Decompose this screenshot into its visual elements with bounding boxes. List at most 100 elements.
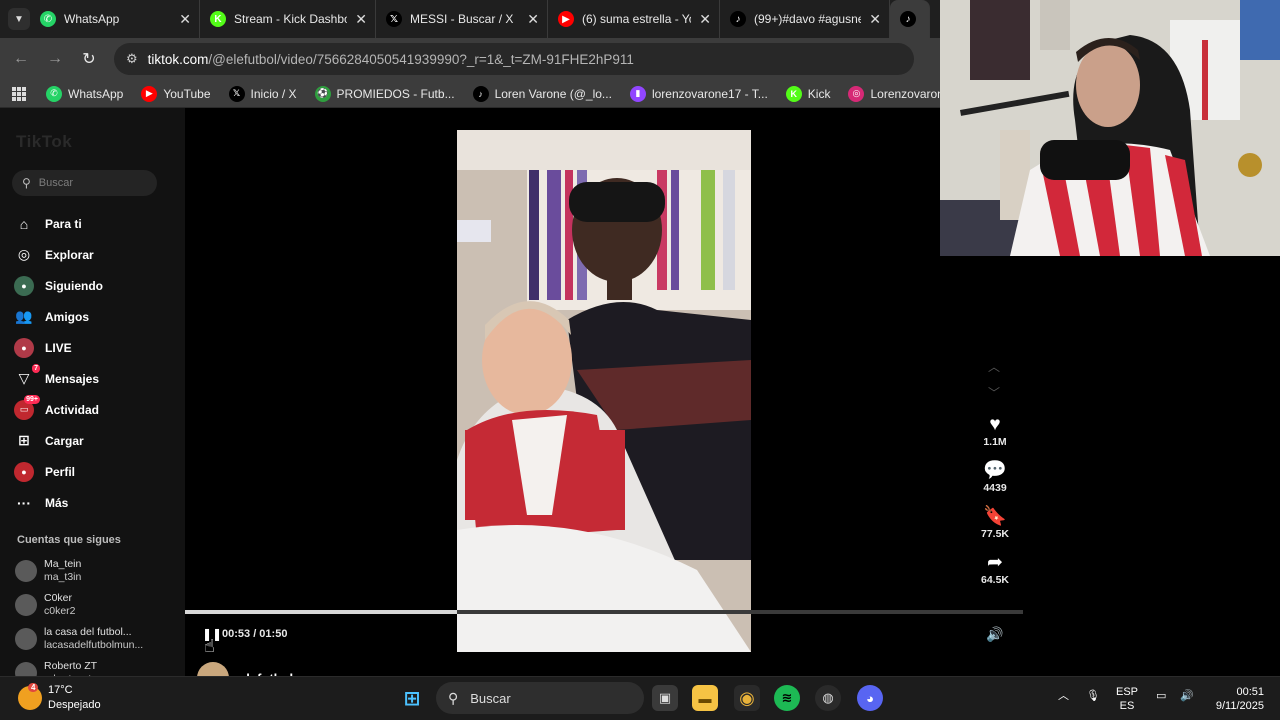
kick-icon: K xyxy=(785,85,802,102)
chrome-icon[interactable]: ◉ xyxy=(734,685,760,711)
bookmark-list: ✆ WhatsApp ▶ YouTube 𝕏 Inicio / X ⚽ PROMIEDOS -… xyxy=(46,85,1005,102)
sidebar-item-para-ti[interactable]: ⌂ Para ti xyxy=(14,208,103,239)
sidebar-item-label: Amigos xyxy=(45,309,90,324)
tiktok-icon: ♪ xyxy=(730,11,746,27)
weather-sun-icon: 4 xyxy=(18,683,42,710)
following-account[interactable]: la casa del futbol... lacasadelfutbolmun.… xyxy=(15,622,143,656)
share-icon: ➦ xyxy=(987,552,1003,573)
following-account[interactable]: C0ker c0ker2 xyxy=(15,588,143,622)
taskbar-search[interactable]: ⚲ Buscar xyxy=(436,682,644,714)
language-indicator[interactable]: ESP ES xyxy=(1116,685,1138,713)
bookmark-item[interactable]: 𝕏 Inicio / X xyxy=(228,85,297,102)
bookmark-item[interactable]: ▮ lorenzovarone17 - T... xyxy=(629,85,768,102)
previous-video-icon[interactable]: ︿ xyxy=(988,358,1000,375)
sidebar-item-mensajes[interactable]: ▽ 7 Mensajes xyxy=(14,363,103,394)
browser-tab[interactable]: ✆ WhatsApp ✕ xyxy=(30,0,200,38)
notification-badge: 7 xyxy=(32,363,40,373)
upload-icon: ⊞ xyxy=(18,432,30,448)
heart-button[interactable]: ♥ 1.1M xyxy=(975,414,1015,448)
bookmark-label: Loren Varone (@_lo... xyxy=(494,86,612,101)
sidebar-item-siguiendo[interactable]: ● Siguiendo xyxy=(14,270,103,301)
network-icon[interactable]: ▭ xyxy=(1156,689,1166,703)
video-frame-image xyxy=(457,130,751,652)
browser-tab[interactable]: 𝕏 MESSI - Buscar / X ✕ xyxy=(376,0,548,38)
sidebar-item-actividad[interactable]: ▭ 99+ Actividad xyxy=(14,394,103,425)
task-view-icon[interactable]: ▣ xyxy=(652,685,678,711)
file-explorer-icon[interactable]: ▬ xyxy=(692,685,718,711)
following-avatar-icon: ● xyxy=(14,275,34,296)
avatar xyxy=(15,560,37,582)
mouse-cursor-icon: ☝ xyxy=(204,636,215,656)
webcam-image xyxy=(940,0,1280,256)
bookmark-item[interactable]: ✆ WhatsApp xyxy=(46,85,123,102)
taskbar: 4 17°C Despejado ⊞ ⚲ Buscar ▣ ▬ ◉ ≋ ◍ ◕ … xyxy=(0,676,1280,720)
close-tab-icon[interactable]: ✕ xyxy=(699,11,711,28)
windows-start-icon[interactable]: ⊞ xyxy=(399,685,425,711)
volume-icon[interactable]: 🔊 xyxy=(986,626,1003,643)
sidebar-item-live[interactable]: ● LIVE xyxy=(14,332,103,363)
sidebar-item-label: Explorar xyxy=(45,247,94,262)
browser-tab[interactable]: K Stream - Kick Dashbo ✕ xyxy=(200,0,376,38)
notification-badge: 99+ xyxy=(24,394,40,404)
bookmark-item[interactable]: ▶ YouTube xyxy=(141,85,211,102)
site-settings-icon[interactable]: ⚙ xyxy=(126,51,138,67)
action-count: 1.1M xyxy=(983,436,1007,448)
taskbar-search-placeholder: Buscar xyxy=(470,690,511,706)
next-video-icon[interactable]: ﹀ xyxy=(988,384,1000,401)
address-bar[interactable]: ⚙ tiktok.com/@elefutbol/video/7566284050… xyxy=(114,43,914,75)
weather-temp: 17°C xyxy=(48,684,73,696)
sidebar-item-label: Más xyxy=(45,495,69,510)
back-button[interactable]: ← xyxy=(4,50,38,68)
close-tab-icon[interactable]: ✕ xyxy=(179,11,191,28)
video-time: 00:53 / 01:50 xyxy=(222,628,288,640)
account-name: Ma_tein xyxy=(44,558,82,570)
share-button[interactable]: ➦ 64.5K xyxy=(975,552,1015,586)
tray-overflow-icon[interactable]: ︿ xyxy=(1058,689,1069,703)
reload-button[interactable]: ↻ xyxy=(72,49,106,69)
close-tab-icon[interactable]: ✕ xyxy=(527,11,539,28)
bookmark-item[interactable]: ♪ Loren Varone (@_lo... xyxy=(472,85,612,102)
bookmark-label: PROMIEDOS - Futb... xyxy=(336,86,455,101)
system-clock[interactable]: 00:51 9/11/2025 xyxy=(1198,685,1264,713)
sidebar-item-m-s[interactable]: ··· Más xyxy=(14,487,103,518)
bookmark-label: Kick xyxy=(807,86,831,101)
following-account[interactable]: Ma_tein ma_t3in xyxy=(15,554,143,588)
video-player[interactable] xyxy=(457,130,751,652)
tab-title: WhatsApp xyxy=(64,12,120,26)
browser-tab[interactable]: ▶ (6) suma estrella - Yo ✕ xyxy=(548,0,720,38)
forward-button[interactable]: → xyxy=(38,50,72,68)
tiktok-logo[interactable]: TikTok xyxy=(16,132,72,152)
bookmark-item[interactable]: ⚽ PROMIEDOS - Futb... xyxy=(314,85,455,102)
speaker-icon[interactable]: 🔊 xyxy=(1180,689,1194,703)
instagram-icon: ◎ xyxy=(848,85,865,102)
weather-widget[interactable]: 4 17°C Despejado xyxy=(18,683,101,713)
close-tab-icon[interactable]: ✕ xyxy=(869,11,881,28)
search-input[interactable]: ⚲ Buscar xyxy=(12,170,157,196)
discord-icon[interactable]: ◕ xyxy=(857,685,883,711)
sidebar-item-amigos[interactable]: 👥 Amigos xyxy=(14,301,103,332)
action-count: 64.5K xyxy=(980,574,1010,586)
apps-grid-icon[interactable] xyxy=(12,86,26,101)
video-progress-bar[interactable] xyxy=(185,610,1023,614)
app-icon[interactable]: ◍ xyxy=(815,685,841,711)
browser-tab[interactable]: ♪(9 xyxy=(890,0,930,38)
avatar xyxy=(15,594,37,616)
tiktok-icon: ♪ xyxy=(472,85,489,102)
bookmark-label: Inicio / X xyxy=(250,86,297,101)
comment-button[interactable]: 💬 4439 xyxy=(975,460,1015,494)
sidebar-item-perfil[interactable]: ● Perfil xyxy=(14,456,103,487)
clock-date: 9/11/2025 xyxy=(1215,700,1264,712)
sidebar-item-cargar[interactable]: ⊞ Cargar xyxy=(14,425,103,456)
account-name: C0ker xyxy=(44,592,73,604)
spotify-icon[interactable]: ≋ xyxy=(774,685,800,711)
tab-title: (99+)#davo #agusne xyxy=(754,12,862,26)
tab-search-button[interactable]: ▼ xyxy=(8,8,30,30)
microphone-icon[interactable]: 🎙 xyxy=(1086,689,1100,703)
close-tab-icon[interactable]: ✕ xyxy=(355,11,367,28)
browser-tab[interactable]: ♪ (99+)#davo #agusne ✕ xyxy=(720,0,890,38)
bookmark-item[interactable]: K Kick xyxy=(785,85,831,102)
sidebar-item-explorar[interactable]: ◎ Explorar xyxy=(14,239,103,270)
bookmark-button[interactable]: 🔖 77.5K xyxy=(975,506,1015,540)
x-icon: 𝕏 xyxy=(228,85,245,102)
compass-icon: ◎ xyxy=(17,246,31,262)
